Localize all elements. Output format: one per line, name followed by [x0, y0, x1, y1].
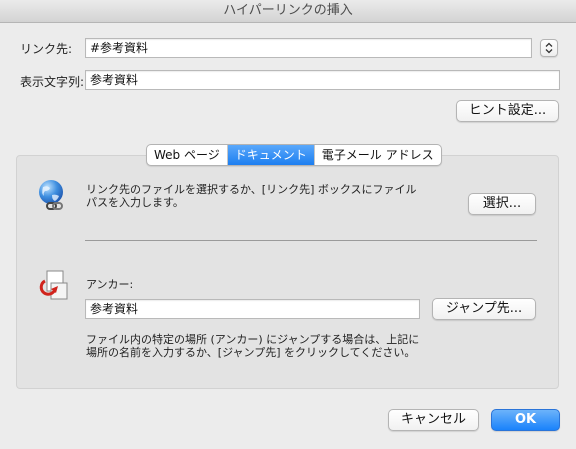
anchor-label: アンカー: [86, 278, 134, 291]
anchor-help-line2: 場所の名前を入力するか、[ジャンプ先] をクリックしてください。 [86, 346, 416, 359]
link-label: リンク先: [20, 42, 73, 56]
link-popup-stepper[interactable] [540, 39, 558, 57]
insert-hyperlink-dialog: ハイパーリンクの挿入 リンク先: #参考資料 表示文字列: 参考資料 ヒント設定… [0, 0, 576, 449]
display-text-label: 表示文字列: [20, 75, 85, 89]
hint-settings-button[interactable]: ヒント設定... [456, 100, 559, 122]
ok-button[interactable]: OK [491, 409, 560, 431]
anchor-help-line1: ファイル内の特定の場所 (アンカー) にジャンプする場合は、上記に [86, 333, 420, 346]
globe-link-icon [39, 180, 63, 210]
cancel-button[interactable]: キャンセル [388, 409, 479, 431]
anchor-document-icon [39, 270, 68, 300]
document-description-line1: リンク先のファイルを選択するか、[リンク先] ボックスにファイル [86, 183, 417, 196]
link-type-tabs: Web ページ ドキュメント 電子メール アドレス [146, 144, 442, 166]
window-title: ハイパーリンクの挿入 [0, 0, 576, 23]
select-button[interactable]: 選択... [468, 193, 536, 215]
up-down-chevron-icon [545, 42, 553, 54]
link-field[interactable]: #参考資料 [85, 38, 532, 58]
tab-web-page[interactable]: Web ページ [147, 145, 228, 165]
display-text-field[interactable]: 参考資料 [85, 70, 560, 90]
tab-document[interactable]: ドキュメント [227, 145, 315, 165]
jump-to-button[interactable]: ジャンプ先... [432, 298, 536, 320]
tab-email-address[interactable]: 電子メール アドレス [315, 145, 441, 165]
document-description-line2: パスを入力します。 [86, 196, 184, 209]
section-divider [85, 240, 537, 241]
anchor-field[interactable]: 参考資料 [85, 299, 420, 319]
